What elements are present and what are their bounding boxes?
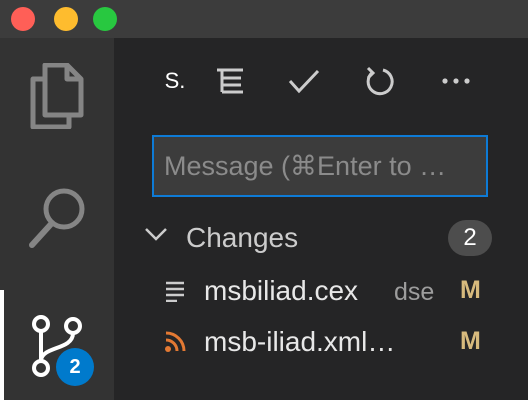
more-actions-button[interactable] bbox=[436, 56, 476, 106]
file-row[interactable]: msbiliad.cex dse M bbox=[114, 267, 528, 317]
ellipsis-icon bbox=[442, 78, 470, 84]
activity-explorer[interactable] bbox=[0, 56, 114, 136]
text-file-icon bbox=[166, 281, 184, 302]
file-status-modified: M bbox=[460, 276, 481, 304]
view-as-tree-button[interactable] bbox=[210, 56, 250, 106]
close-window-button[interactable] bbox=[11, 7, 35, 31]
files-icon bbox=[30, 63, 84, 129]
title-bar bbox=[0, 0, 528, 38]
file-status-modified: M bbox=[460, 327, 481, 355]
scm-title: S. bbox=[164, 68, 186, 93]
refresh-icon bbox=[366, 66, 394, 96]
commit-button[interactable] bbox=[284, 56, 324, 106]
commit-message-input[interactable] bbox=[152, 135, 488, 197]
file-name: msbiliad.cex bbox=[204, 275, 359, 306]
source-control-badge: 2 bbox=[56, 348, 94, 386]
refresh-button[interactable] bbox=[360, 56, 400, 106]
maximize-window-button[interactable] bbox=[93, 7, 117, 31]
activity-search[interactable] bbox=[0, 178, 114, 258]
minimize-window-button[interactable] bbox=[54, 7, 78, 31]
chevron-down-icon bbox=[145, 228, 167, 241]
file-name: msb-iliad.xml… bbox=[204, 326, 396, 357]
list-tree-icon bbox=[217, 68, 243, 94]
search-icon bbox=[29, 188, 85, 248]
changes-group-header[interactable]: Changes 2 bbox=[114, 212, 528, 264]
check-icon bbox=[288, 69, 320, 94]
changes-count-badge: 2 bbox=[448, 220, 492, 256]
rss-icon bbox=[165, 331, 186, 352]
file-row[interactable]: msb-iliad.xml… M bbox=[114, 318, 528, 368]
file-directory: dse bbox=[394, 278, 435, 306]
changes-label: Changes bbox=[186, 222, 299, 253]
scm-toolbar: S. bbox=[114, 56, 528, 106]
